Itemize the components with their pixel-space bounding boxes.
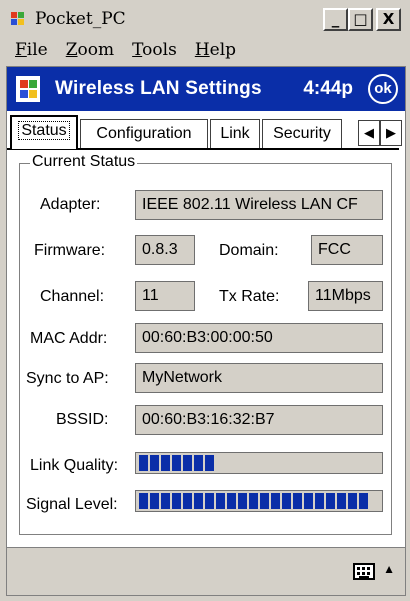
meter-segment	[227, 493, 236, 509]
meter-segment	[271, 493, 280, 509]
keyboard-icon[interactable]	[353, 563, 375, 580]
meter-segment	[282, 493, 291, 509]
page-title: Wireless LAN Settings	[55, 78, 262, 99]
meter-segment	[315, 493, 324, 509]
menu-file[interactable]: File	[15, 40, 48, 60]
meter-segment	[172, 455, 181, 471]
meter-segment	[183, 455, 192, 471]
device-screen: Wireless LAN Settings 4:44p ok Status Co…	[6, 66, 406, 596]
meter-segment	[348, 493, 357, 509]
start-menu-icon[interactable]	[15, 75, 41, 103]
menu-help-label: elp	[209, 40, 237, 60]
command-bar: ▲	[7, 547, 405, 595]
tab-status-label: Status	[18, 121, 70, 140]
menu-help[interactable]: Help	[195, 40, 236, 60]
meter-segment	[238, 493, 247, 509]
meter-segment	[249, 493, 258, 509]
signal-level-fill	[139, 493, 379, 509]
bssid-label: BSSID:	[56, 411, 109, 428]
tab-scroll: ◀ ▶	[358, 120, 402, 146]
tab-security[interactable]: Security	[262, 119, 342, 149]
tx-rate-label: Tx Rate:	[219, 288, 280, 305]
link-quality-fill	[139, 455, 379, 471]
close-button[interactable]: X	[376, 8, 401, 31]
link-quality-label: Link Quality:	[30, 457, 119, 474]
meter-segment	[161, 493, 170, 509]
meter-segment	[359, 493, 368, 509]
menu-zoom-label: oom	[77, 40, 115, 60]
current-status-group: Current Status Adapter: IEEE 802.11 Wire…	[19, 153, 392, 535]
meter-segment	[150, 493, 159, 509]
menu-zoom-mnemonic: Z	[65, 40, 78, 60]
meter-segment	[260, 493, 269, 509]
firmware-value: 0.8.3	[135, 235, 195, 265]
meter-segment	[205, 455, 214, 471]
window-controls: _ □ X	[323, 8, 401, 31]
tab-scroll-right-icon[interactable]: ▶	[380, 120, 402, 146]
mac-addr-label: MAC Addr:	[30, 330, 108, 347]
domain-label: Domain:	[219, 242, 279, 259]
windows-flag-icon	[9, 10, 31, 28]
meter-segment	[216, 493, 225, 509]
meter-segment	[172, 493, 181, 509]
menu-file-label: ile	[26, 40, 48, 60]
meter-segment	[183, 493, 192, 509]
menu-tools-label: ools	[142, 40, 177, 60]
window-title-bar: Pocket_PC _ □ X	[3, 3, 407, 35]
channel-label: Channel:	[40, 288, 105, 305]
maximize-button[interactable]: □	[348, 8, 373, 31]
meter-segment	[194, 493, 203, 509]
tab-link[interactable]: Link	[210, 119, 260, 149]
minimize-button[interactable]: _	[323, 8, 348, 31]
tx-rate-value: 11Mbps	[308, 281, 383, 311]
meter-segment	[194, 455, 203, 471]
group-label: Current Status	[30, 153, 138, 171]
meter-segment	[139, 493, 148, 509]
meter-segment	[205, 493, 214, 509]
menu-tools[interactable]: Tools	[132, 40, 177, 60]
firmware-label: Firmware:	[34, 242, 106, 259]
menubar: File Zoom Tools Help	[3, 37, 407, 63]
signal-level-label: Signal Level:	[26, 496, 118, 513]
meter-segment	[337, 493, 346, 509]
ok-button[interactable]: ok	[368, 74, 398, 104]
meter-segment	[150, 455, 159, 471]
adapter-label: Adapter:	[40, 196, 101, 213]
meter-segment	[161, 455, 170, 471]
menu-tools-mnemonic: T	[132, 40, 143, 60]
meter-segment	[293, 493, 302, 509]
domain-value: FCC	[311, 235, 383, 265]
meter-segment	[304, 493, 313, 509]
mac-addr-value: 00:60:B3:00:00:50	[135, 323, 383, 353]
signal-level-bar	[135, 490, 383, 512]
sync-to-ap-value: MyNetwork	[135, 363, 383, 393]
link-quality-bar	[135, 452, 383, 474]
menu-zoom[interactable]: Zoom	[66, 40, 114, 60]
meter-segment	[326, 493, 335, 509]
adapter-value: IEEE 802.11 Wireless LAN CF	[135, 190, 383, 220]
navigation-bar: Wireless LAN Settings 4:44p ok	[7, 67, 405, 111]
bssid-value: 00:60:B3:16:32:B7	[135, 405, 383, 435]
window-title: Pocket_PC	[35, 9, 126, 29]
tab-scroll-left-icon[interactable]: ◀	[358, 120, 380, 146]
meter-segment	[139, 455, 148, 471]
clock[interactable]: 4:44p	[303, 78, 353, 100]
up-arrow-icon[interactable]: ▲	[383, 562, 395, 576]
tab-strip: Status Configuration Link Security ◀ ▶	[7, 115, 405, 149]
channel-value: 11	[135, 281, 195, 311]
tab-status[interactable]: Status	[10, 115, 78, 149]
sync-to-ap-label: Sync to AP:	[26, 370, 109, 387]
menu-file-mnemonic: F	[15, 40, 27, 60]
tab-configuration[interactable]: Configuration	[80, 119, 208, 149]
menu-help-mnemonic: H	[194, 40, 210, 60]
